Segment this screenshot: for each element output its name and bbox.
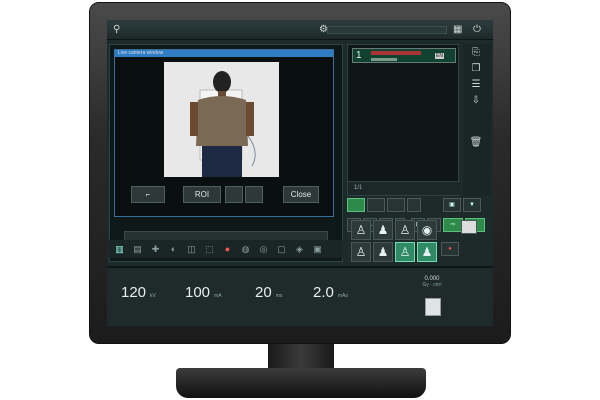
active-position-icon[interactable]: ♙ (395, 242, 415, 262)
kv-param[interactable]: 120 kV (121, 284, 156, 302)
ma-param[interactable]: 100 mA (185, 284, 222, 302)
standing-ap-icon[interactable]: ♙ (395, 220, 415, 240)
monitor-base (176, 368, 426, 398)
tool-icon-10[interactable]: ▣ (311, 243, 324, 255)
control-row-2: ⌖ ⟂ ⊡ ▾ ⊞ ⚙ ⇨ ⇨ (347, 204, 491, 232)
alarm-indicator-icon[interactable]: ● (441, 242, 459, 256)
dialog-button-row: ⌐ ROI Close (115, 186, 335, 206)
exam-badge: EN (435, 53, 444, 59)
mas-value: 2.0 (313, 284, 334, 301)
supine-position-icon[interactable]: ♟ (417, 242, 437, 262)
viewer-panel: Live camera window ⌐ ROI Close (109, 44, 343, 262)
mas-unit: mAs (337, 293, 348, 299)
ma-unit: mA (214, 293, 222, 299)
exam-list-item[interactable]: 1 EN (352, 48, 456, 63)
kv-value: 120 (121, 284, 147, 301)
exam-list-panel: 1 EN 1/1 (347, 44, 460, 196)
move-icon[interactable]: ⇩ (469, 94, 483, 108)
blank-button-2[interactable] (245, 186, 263, 203)
exam-name-bar (371, 51, 421, 55)
page-indicator: 1/1 (354, 185, 363, 191)
tool-icon-2[interactable]: ✚ (149, 243, 162, 255)
list-icon[interactable]: ☰ (469, 78, 483, 92)
exposure-bar: 120 kV 100 mA 20 ms 2.0 mAs 0.000 Gy · cm² (107, 266, 493, 326)
dialog-title: Live camera window (115, 50, 333, 57)
copy-icon[interactable]: ❐ (469, 62, 483, 76)
status-field (327, 26, 447, 34)
kv-unit: kV (150, 293, 156, 299)
seated-icon[interactable]: ♙ (351, 242, 371, 262)
image-icon[interactable]: ▦ (453, 24, 462, 36)
roi-button[interactable]: ROI (183, 186, 221, 203)
camera-icon[interactable]: ◉ (417, 220, 437, 240)
tool-icon-7[interactable]: ◎ (257, 243, 270, 255)
position-grid: ♙ ♟ ♙ ◉ ♙ ♟ ♙ ♟ ● (347, 218, 477, 264)
standing-pa-icon[interactable]: ♙ (351, 220, 371, 240)
tool-strip: ▥ ▤ ✚ ◐ ◫ ⬚ ● ◍ ◎ ▢ ◈ ▣ (109, 240, 343, 258)
tool-icon-6[interactable]: ◍ (239, 243, 252, 255)
tool-icon-4[interactable]: ◫ (185, 243, 198, 255)
curve-button[interactable]: ⌐ (131, 186, 165, 203)
grid-icon[interactable]: ▥ (113, 243, 126, 255)
dose-readout: 0.000 Gy · cm² (417, 276, 447, 288)
screen: ⚲ ⚙ ▦ ⏻ Live camera window ⌐ ROI Close ▥… (107, 20, 493, 326)
patient-figure (164, 62, 279, 177)
ma-value: 100 (185, 284, 211, 301)
list-footer: 1/1 (348, 181, 460, 195)
tool-icon-3[interactable]: ◐ (167, 243, 180, 255)
tool-icon-8[interactable]: ▢ (275, 243, 288, 255)
tool-icon-5[interactable]: ⬚ (203, 243, 216, 255)
dose-unit: Gy · cm² (422, 282, 442, 288)
power-icon[interactable]: ⏻ (473, 24, 481, 36)
exam-index: 1 (356, 50, 362, 61)
record-icon[interactable]: ● (221, 243, 234, 255)
ms-param[interactable]: 20 ms (255, 284, 282, 302)
add-exam-icon[interactable]: ⎘ (469, 46, 483, 60)
store-button[interactable] (425, 298, 441, 316)
exam-detail-bar (371, 58, 397, 61)
camera-preview (164, 62, 279, 177)
close-button[interactable]: Close (283, 186, 319, 203)
ms-value: 20 (255, 284, 272, 301)
top-bar: ⚲ ⚙ ▦ ⏻ (107, 20, 493, 40)
live-camera-dialog: Live camera window ⌐ ROI Close (114, 49, 334, 217)
right-toolbar: ⎘ ❐ ☰ ⇩ 🗑 (463, 44, 491, 196)
tool-icon-9[interactable]: ◈ (293, 243, 306, 255)
blank-button-1[interactable] (225, 186, 243, 203)
patient-icon[interactable]: ⚲ (113, 24, 120, 36)
standing-lat-icon[interactable]: ♟ (373, 220, 393, 240)
ms-unit: ms (275, 293, 283, 299)
bend-icon[interactable]: ♟ (373, 242, 393, 262)
mas-param[interactable]: 2.0 mAs (313, 284, 348, 302)
tool-icon-1[interactable]: ▤ (131, 243, 144, 255)
trash-icon[interactable]: 🗑 (469, 136, 483, 150)
preview-thumb[interactable] (461, 220, 477, 234)
